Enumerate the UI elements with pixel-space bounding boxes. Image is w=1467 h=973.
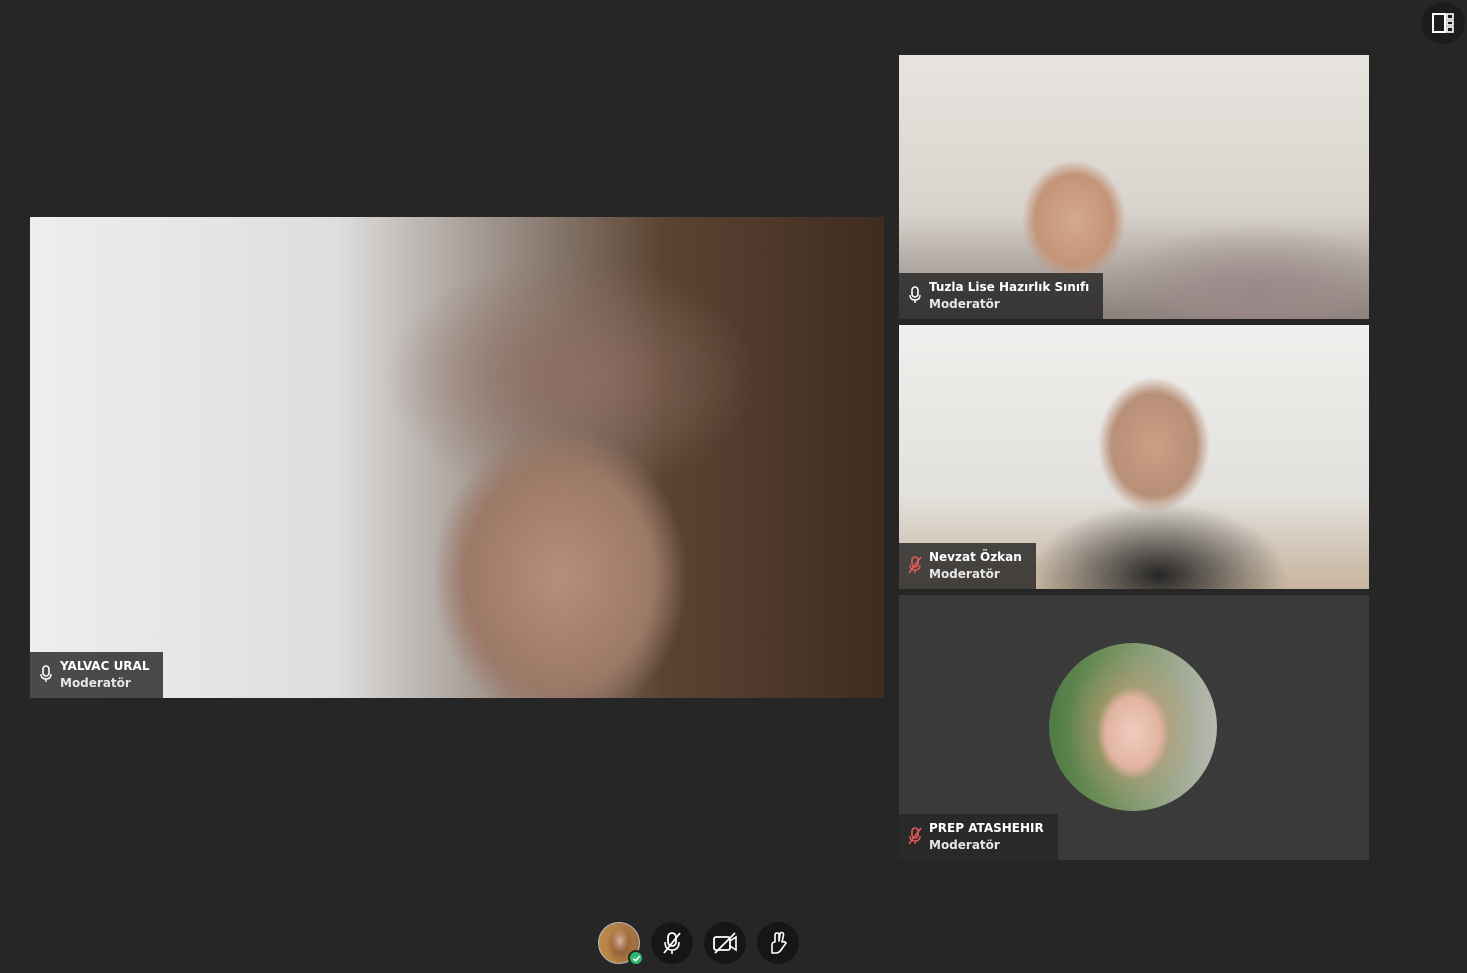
participant-tile[interactable]: Nevzat Özkan Moderatör [899, 325, 1369, 589]
my-status-button[interactable] [598, 922, 644, 966]
microphone-muted-icon [908, 827, 922, 845]
layout-toggle-button[interactable] [1421, 2, 1465, 44]
participant-name-tag: PREP ATASHEHIR Moderatör [899, 814, 1058, 860]
status-check-icon [628, 950, 644, 966]
participant-role: Moderatör [60, 676, 131, 690]
participant-name-tag: Tuzla Lise Hazırlık Sınıfı Moderatör [899, 273, 1104, 319]
participant-role: Moderatör [929, 838, 1000, 852]
participant-avatar [1049, 643, 1217, 811]
participant-role: Moderatör [929, 297, 1000, 311]
call-controls-toolbar [598, 921, 799, 966]
participant-name-tag: YALVAC URAL Moderatör [30, 652, 164, 698]
microphone-muted-icon [663, 932, 681, 954]
microphone-icon [909, 286, 921, 303]
participant-name: Nevzat Özkan [929, 550, 1022, 564]
microphone-toggle-button[interactable] [651, 922, 693, 964]
participant-tile[interactable]: PREP ATASHEHIR Moderatör [899, 595, 1369, 860]
participant-name: PREP ATASHEHIR [929, 821, 1044, 835]
participant-name: Tuzla Lise Hazırlık Sınıfı [929, 280, 1090, 294]
raise-hand-icon [771, 931, 787, 954]
participant-role: Moderatör [929, 567, 1000, 581]
microphone-muted-icon [908, 556, 922, 574]
participant-name-tag: Nevzat Özkan Moderatör [899, 543, 1036, 589]
conference-stage: YALVAC URAL Moderatör Tuzla Lise Hazırlı… [0, 0, 1467, 973]
participant-tile[interactable]: Tuzla Lise Hazırlık Sınıfı Moderatör [899, 55, 1369, 319]
layout-icon [1432, 13, 1454, 33]
raise-hand-button[interactable] [757, 922, 799, 964]
participant-tile-main[interactable]: YALVAC URAL Moderatör [30, 217, 884, 698]
camera-toggle-button[interactable] [704, 922, 746, 964]
participant-name: YALVAC URAL [60, 659, 150, 673]
camera-off-icon [713, 932, 737, 954]
microphone-icon [40, 665, 52, 682]
